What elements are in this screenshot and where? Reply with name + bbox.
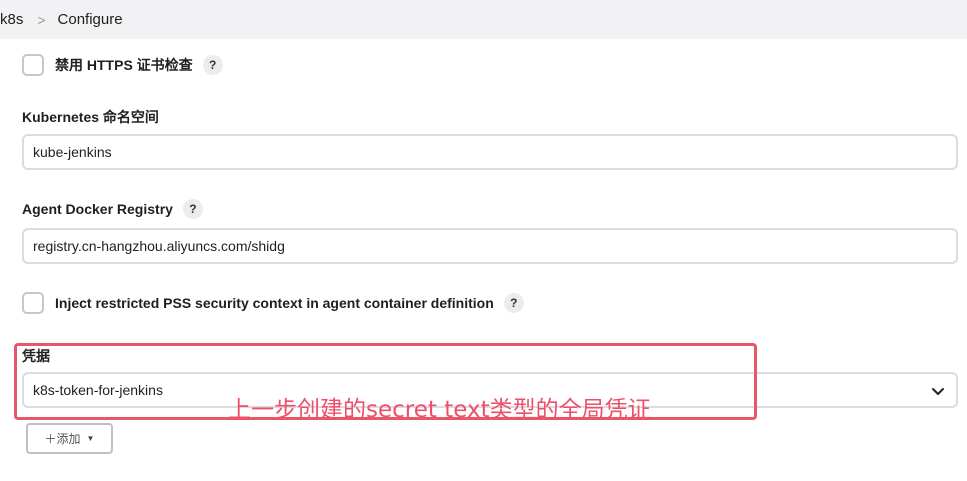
agent-registry-label: Agent Docker Registry — [22, 201, 173, 217]
chevron-down-icon — [932, 388, 944, 395]
help-icon[interactable]: ? — [182, 199, 203, 219]
namespace-input[interactable] — [22, 134, 958, 170]
add-button-label: ＋添加 — [44, 432, 81, 446]
namespace-label: Kubernetes 命名空间 — [22, 109, 159, 125]
annotation-text: 上一步创建的secret text类型的全局凭证 — [228, 397, 651, 423]
agent-registry-label-row: Agent Docker Registry ? — [22, 199, 203, 219]
caret-down-icon: ▼ — [86, 434, 95, 443]
disable-https-check-checkbox[interactable] — [22, 54, 44, 76]
add-credentials-button[interactable]: ＋添加 ▼ — [26, 423, 113, 454]
breadcrumb: k8s > Configure — [0, 0, 967, 39]
inject-pss-row: Inject restricted PSS security context i… — [22, 292, 524, 314]
credentials-selected-value: k8s-token-for-jenkins — [33, 382, 163, 398]
help-icon[interactable]: ? — [503, 293, 524, 313]
disable-https-check-row: 禁用 HTTPS 证书检查 ? — [22, 54, 223, 76]
help-icon[interactable]: ? — [202, 55, 223, 75]
credentials-label: 凭据 — [22, 348, 50, 364]
breadcrumb-item-configure[interactable]: Configure — [58, 11, 123, 28]
disable-https-check-label[interactable]: 禁用 HTTPS 证书检查 — [55, 55, 193, 75]
inject-pss-label[interactable]: Inject restricted PSS security context i… — [55, 295, 494, 311]
breadcrumb-item-k8s[interactable]: k8s — [0, 11, 23, 28]
breadcrumb-separator-icon: > — [37, 11, 46, 28]
inject-pss-checkbox[interactable] — [22, 292, 44, 314]
agent-registry-input[interactable] — [22, 228, 958, 264]
